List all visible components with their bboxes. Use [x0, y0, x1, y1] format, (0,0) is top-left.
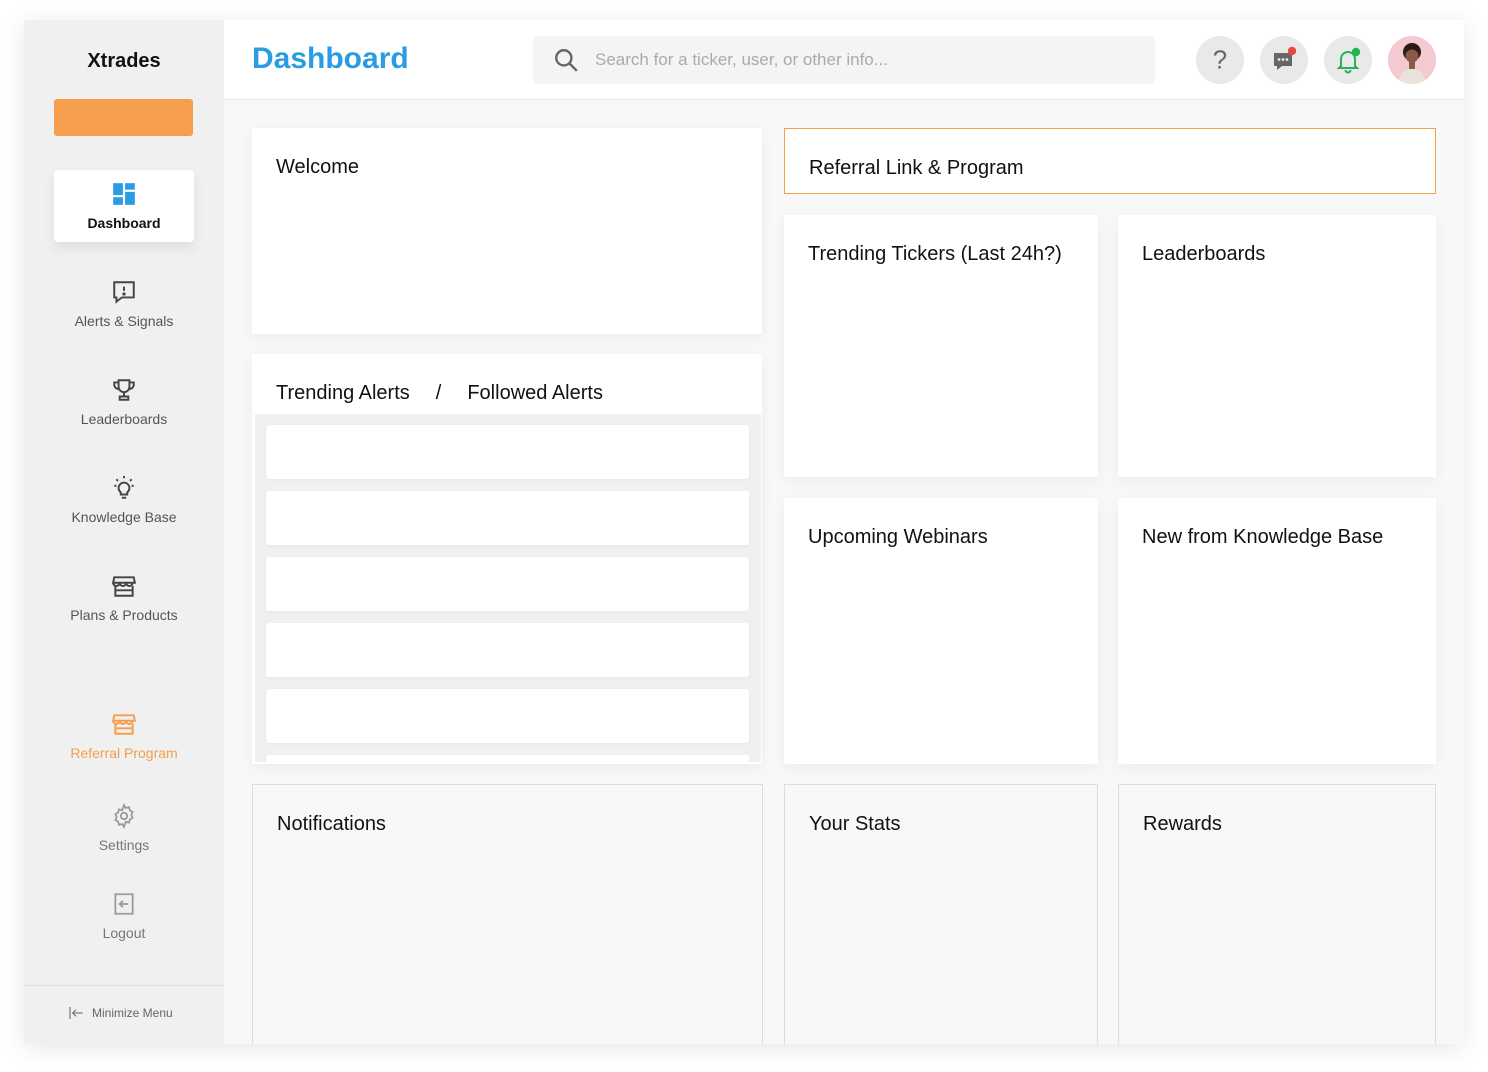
alerts-tabs: Trending Alerts / Followed Alerts: [276, 382, 603, 405]
svg-text:?: ?: [1213, 47, 1227, 74]
help-button[interactable]: ?: [1196, 36, 1244, 84]
trending-tickers-title: Trending Tickers (Last 24h?): [808, 243, 1062, 265]
rewards-title: Rewards: [1143, 813, 1222, 835]
sidebar-item-plans-products[interactable]: Plans & Products: [54, 562, 194, 634]
trophy-icon: [113, 379, 135, 401]
collapse-arrow-icon: [69, 1007, 83, 1019]
logout-icon: [114, 893, 134, 915]
top-header: Dashboard ?: [224, 20, 1464, 100]
webinars-card: Upcoming Webinars: [784, 498, 1098, 764]
sidebar-item-referral-program[interactable]: Referral Program: [54, 700, 194, 772]
sidebar-item-alerts[interactable]: Alerts & Signals: [54, 268, 194, 340]
user-avatar-icon: [1388, 36, 1436, 84]
sidebar-item-label: Plans & Products: [70, 607, 178, 623]
sidebar-item-dashboard[interactable]: Dashboard: [54, 170, 194, 242]
dashboard-icon: [113, 183, 135, 205]
notifications-card: Notifications: [252, 784, 763, 1044]
avatar[interactable]: [1388, 36, 1436, 84]
search-icon: [555, 49, 578, 72]
sidebar-item-knowledge-base[interactable]: Knowledge Base: [54, 464, 194, 536]
sidebar-divider: [24, 985, 224, 986]
stats-title: Your Stats: [809, 813, 901, 835]
list-item[interactable]: [266, 491, 749, 545]
store-icon: [111, 576, 137, 597]
welcome-title: Welcome: [276, 156, 359, 178]
page-title: Dashboard: [252, 42, 409, 75]
tab-trending-alerts[interactable]: Trending Alerts: [276, 382, 410, 405]
trending-tickers-card: Trending Tickers (Last 24h?): [784, 215, 1098, 477]
sidebar-item-label: Alerts & Signals: [74, 313, 174, 329]
stats-card: Your Stats: [784, 784, 1098, 1044]
referral-card[interactable]: Referral Link & Program: [784, 128, 1436, 194]
sidebar-item-label: Settings: [98, 837, 150, 853]
knowledge-base-title: New from Knowledge Base: [1142, 526, 1384, 548]
minimize-menu-button[interactable]: Minimize Menu: [68, 1005, 173, 1021]
alert-message-icon: [113, 281, 135, 304]
chat-icon: [1274, 46, 1297, 70]
gear-icon: [114, 803, 134, 829]
brand-logo: Xtrades: [87, 50, 161, 72]
notifications-title: Notifications: [277, 813, 386, 835]
alerts-list[interactable]: [255, 414, 761, 762]
search-bar[interactable]: [533, 36, 1155, 84]
sidebar-item-label: Knowledge Base: [71, 509, 177, 525]
sidebar-item-label: Leaderboards: [80, 411, 168, 427]
sidebar-item-label: Referral Program: [70, 745, 178, 761]
tab-followed-alerts[interactable]: Followed Alerts: [467, 382, 603, 405]
list-item[interactable]: [266, 689, 749, 743]
welcome-card: Welcome: [252, 128, 762, 334]
sidebar-item-logout[interactable]: Logout: [54, 880, 194, 952]
minimize-menu-label: Minimize Menu: [92, 1006, 173, 1020]
leaderboards-card: Leaderboards: [1118, 215, 1436, 477]
rewards-card: Rewards: [1118, 784, 1436, 1044]
referral-title: Referral Link & Program: [809, 157, 1024, 179]
list-item[interactable]: [266, 557, 749, 611]
webinars-title: Upcoming Webinars: [808, 526, 988, 548]
sidebar-item-leaderboards[interactable]: Leaderboards: [54, 366, 194, 438]
leaderboards-title: Leaderboards: [1142, 243, 1266, 265]
search-input[interactable]: [595, 50, 1115, 70]
sidebar-item-settings[interactable]: Settings: [54, 792, 194, 864]
bell-icon: [1336, 47, 1361, 74]
sidebar-item-label: Logout: [102, 925, 146, 941]
list-item[interactable]: [266, 755, 749, 762]
store-icon: [111, 714, 137, 735]
alerts-card: Trending Alerts / Followed Alerts: [252, 354, 762, 764]
sidebar: Xtrades Dashboard Alerts & Signals Leade…: [24, 20, 224, 1044]
knowledge-base-card: New from Knowledge Base: [1118, 498, 1436, 764]
tab-separator: /: [435, 382, 442, 404]
question-icon: ?: [1213, 47, 1227, 74]
app-window: Xtrades Dashboard Alerts & Signals Leade…: [24, 20, 1464, 1044]
notifications-button[interactable]: [1324, 36, 1372, 84]
sidebar-item-label: Dashboard: [87, 215, 161, 231]
upgrade-button[interactable]: [54, 99, 193, 136]
messages-button[interactable]: [1260, 36, 1308, 84]
lightbulb-icon: [114, 476, 134, 499]
list-item[interactable]: [266, 425, 749, 479]
list-item[interactable]: [266, 623, 749, 677]
